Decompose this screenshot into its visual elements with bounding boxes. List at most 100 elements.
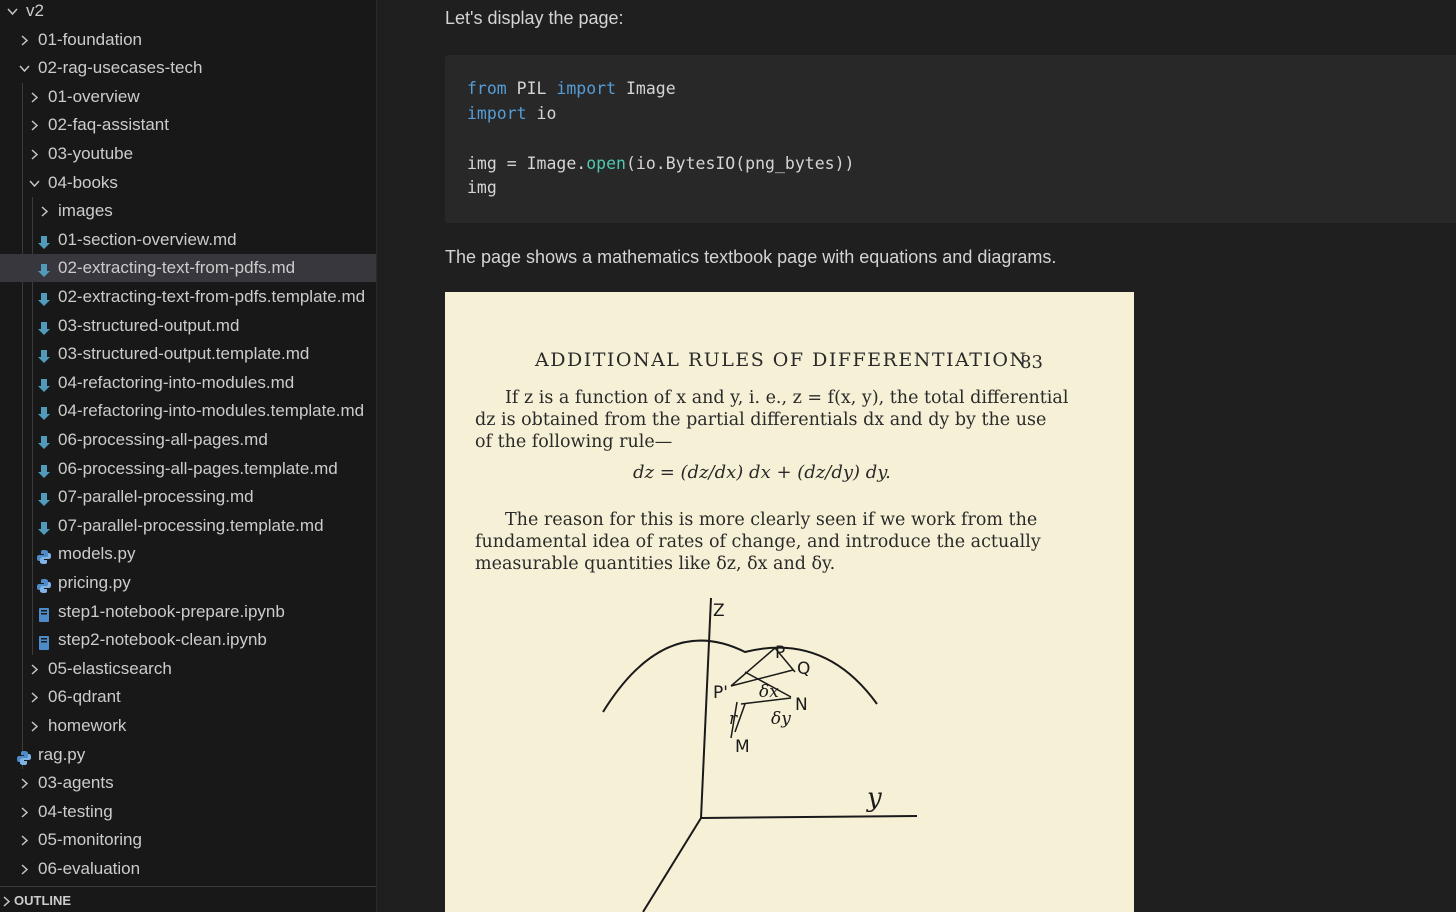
diagram-z-axis — [700, 597, 712, 819]
diagram-label-p-prime: P' — [713, 683, 728, 703]
explorer-item-02-extracting-text-from-pdfs-template-md[interactable]: 02-extracting-text-from-pdfs.template.md — [0, 283, 376, 311]
explorer-item-07-parallel-processing-md[interactable]: 07-parallel-processing.md — [0, 483, 376, 511]
markdown-download-icon — [36, 318, 52, 335]
explorer-item-label: 02-extracting-text-from-pdfs.template.md — [58, 287, 366, 306]
explorer-item-homework[interactable]: homework — [0, 712, 376, 740]
explorer-item-03-agents[interactable]: 03-agents — [0, 769, 376, 797]
markdown-description: The page shows a mathematics textbook pa… — [445, 247, 1057, 267]
chevron-right-icon — [16, 826, 32, 854]
diagram-label-m: M — [735, 737, 750, 757]
markdown-download-icon — [36, 489, 52, 507]
chevron-right-icon — [16, 26, 32, 54]
explorer-item-label: 06-processing-all-pages.md — [58, 430, 268, 449]
explorer-item-03-youtube[interactable]: 03-youtube — [0, 140, 376, 168]
explorer-item-label: homework — [48, 716, 127, 735]
explorer-item-images[interactable]: images — [0, 197, 376, 225]
book-diagram: Z P Q P' δx N δy r M y — [602, 597, 918, 912]
explorer-item-04-refactoring-into-modules-md[interactable]: 04-refactoring-into-modules.md — [0, 369, 376, 397]
explorer-item-label: 02-extracting-text-from-pdfs.md — [58, 258, 296, 278]
chevron-right-icon — [26, 83, 42, 111]
explorer-item-label: 05-monitoring — [38, 830, 142, 850]
explorer-item-06-evaluation[interactable]: 06-evaluation — [0, 855, 376, 883]
diagram-label-p: P — [775, 643, 785, 663]
explorer-sidebar: v2 01-foundation 02-rag-usecases-tech 01-ov… — [0, 0, 377, 912]
explorer-item-01-overview[interactable]: 01-overview — [0, 83, 376, 111]
explorer-item-label: step2-notebook-clean.ipynb — [58, 630, 267, 650]
code-line-4: img = Image.open(io.BytesIO(png_bytes)) — [467, 154, 855, 173]
explorer-item-04-testing[interactable]: 04-testing — [0, 798, 376, 826]
diagram-label-dy: δy — [771, 709, 791, 729]
notebook-editor: Let's display the page: from PIL import … — [377, 0, 1456, 912]
explorer-item-rag-py[interactable]: rag.py — [0, 741, 376, 769]
explorer-item-label: 06-qdrant — [48, 687, 121, 707]
code-line-5: img — [467, 178, 497, 197]
explorer-item-label: 03-youtube — [48, 144, 134, 163]
python-icon — [16, 747, 32, 765]
explorer-item-label: pricing.py — [58, 573, 131, 592]
explorer-item-label: 01-section-overview.md — [58, 229, 237, 249]
explorer-item-label: 01-foundation — [38, 29, 142, 49]
explorer-item-label: 06-processing-all-pages.template.md — [58, 458, 338, 478]
notebook-icon — [36, 604, 52, 622]
explorer-item-label: 02-rag-usecases-tech — [38, 58, 203, 78]
explorer-item-label: v2 — [26, 1, 44, 20]
explorer-item-label: 03-structured-output.md — [58, 315, 240, 335]
explorer-item-04-refactoring-into-modules-template-md[interactable]: 04-refactoring-into-modules.template.md — [0, 397, 376, 425]
explorer-item-label: images — [58, 201, 113, 221]
explorer-item-05-monitoring[interactable]: 05-monitoring — [0, 826, 376, 854]
python-icon — [36, 575, 52, 593]
chevron-down-icon — [4, 0, 20, 25]
diagram-surface-curve — [602, 639, 878, 713]
explorer-item-label: 07-parallel-processing.template.md — [58, 515, 324, 535]
explorer-item-06-processing-all-pages-md[interactable]: 06-processing-all-pages.md — [0, 426, 376, 454]
explorer-item-label: 05-elasticsearch — [48, 658, 172, 678]
explorer-item-label: 06-evaluation — [38, 859, 141, 878]
explorer-item-04-books[interactable]: 04-books — [0, 169, 376, 197]
explorer-item-03-structured-output-md[interactable]: 03-structured-output.md — [0, 312, 376, 340]
diagram-label-r: r — [729, 709, 738, 729]
explorer-item-label: step1-notebook-prepare.ipynb — [58, 601, 285, 621]
chevron-right-icon — [16, 769, 32, 797]
chevron-right-icon — [26, 655, 42, 683]
explorer-item-01-section-overview-md[interactable]: 01-section-overview.md — [0, 226, 376, 254]
code-cell[interactable]: from PIL import Image import io img = Im… — [445, 55, 1456, 223]
explorer-item-03-structured-output-template-md[interactable]: 03-structured-output.template.md — [0, 340, 376, 368]
chevron-right-icon — [36, 197, 52, 225]
explorer-item-02-rag-usecases-tech[interactable]: 02-rag-usecases-tech — [0, 54, 376, 82]
markdown-download-icon — [36, 518, 52, 535]
code-line-1: from PIL import Image — [467, 79, 676, 98]
explorer-item-label: models.py — [58, 544, 136, 564]
notebook-icon — [36, 632, 52, 651]
chevron-right-icon — [26, 140, 42, 168]
explorer-item-models-py[interactable]: models.py — [0, 540, 376, 568]
explorer-item-label: 03-agents — [38, 773, 114, 793]
explorer-item-02-extracting-text-from-pdfs-md[interactable]: 02-extracting-text-from-pdfs.md — [0, 254, 376, 283]
markdown-download-icon — [36, 232, 52, 249]
markdown-download-icon — [36, 432, 52, 449]
outline-section-header[interactable]: OUTLINE — [0, 886, 376, 912]
explorer-item-pricing-py[interactable]: pricing.py — [0, 569, 376, 597]
explorer-item-06-processing-all-pages-template-md[interactable]: 06-processing-all-pages.template.md — [0, 455, 376, 483]
chevron-right-icon — [16, 855, 32, 883]
diagram-label-dx: δx — [759, 682, 779, 702]
book-page-image: ADDITIONAL RULES OF DIFFERENTIATION 83 I… — [445, 292, 1134, 912]
code-line-2: import io — [467, 104, 557, 123]
explorer-item-label: 02-faq-assistant — [48, 115, 169, 135]
outline-label: OUTLINE — [14, 893, 72, 908]
explorer-item-step2-notebook-clean-ipynb[interactable]: step2-notebook-clean.ipynb — [0, 626, 376, 654]
python-icon — [36, 546, 52, 565]
explorer-item-step1-notebook-prepare-ipynb[interactable]: step1-notebook-prepare.ipynb — [0, 598, 376, 626]
explorer-item-01-foundation[interactable]: 01-foundation — [0, 26, 376, 54]
markdown-download-icon — [36, 260, 52, 278]
diagram-y-axis — [700, 815, 918, 819]
markdown-download-icon — [36, 346, 52, 364]
chevron-right-icon — [26, 712, 42, 740]
explorer-item-05-elasticsearch[interactable]: 05-elasticsearch — [0, 655, 376, 683]
diagram-label-y: y — [866, 783, 882, 813]
explorer-item-02-faq-assistant[interactable]: 02-faq-assistant — [0, 111, 376, 139]
explorer-item-06-qdrant[interactable]: 06-qdrant — [0, 683, 376, 711]
diagram-label-z: Z — [713, 601, 725, 621]
markdown-download-icon — [36, 289, 52, 306]
explorer-item-07-parallel-processing-template-md[interactable]: 07-parallel-processing.template.md — [0, 512, 376, 540]
explorer-item-v2[interactable]: v2 — [0, 0, 376, 25]
